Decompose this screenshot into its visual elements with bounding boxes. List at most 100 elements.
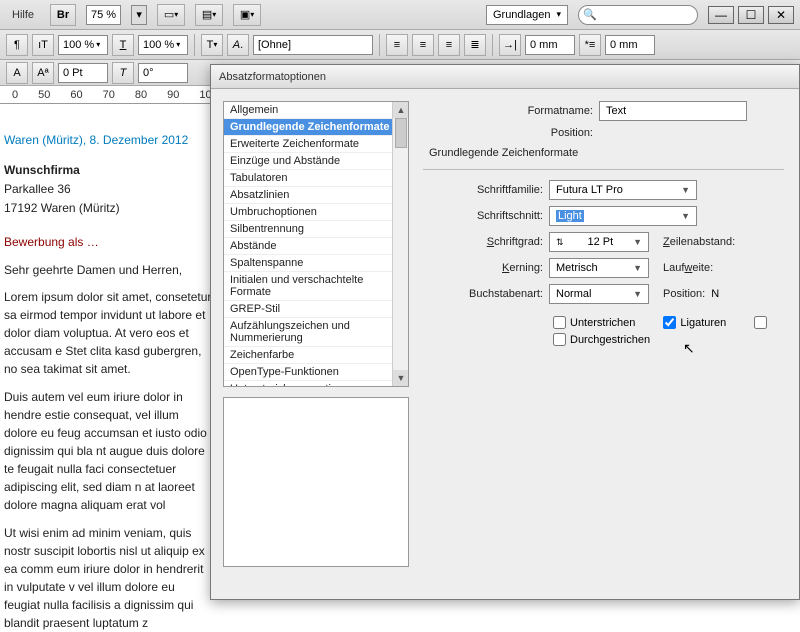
strikethrough-checkbox[interactable]: Durchgestrichen bbox=[553, 333, 650, 346]
category-item[interactable]: Einzüge und Abstände bbox=[224, 153, 408, 170]
char-icon[interactable]: A bbox=[6, 62, 28, 84]
ligatures-check[interactable] bbox=[663, 316, 676, 329]
ruler-tick: 90 bbox=[167, 89, 179, 101]
align-left-icon[interactable]: ≡ bbox=[386, 34, 408, 56]
skew-field[interactable]: 0° bbox=[138, 63, 188, 83]
search-icon: 🔍 bbox=[583, 8, 597, 21]
category-item[interactable]: Aufzählungszeichen und Nummerierung bbox=[224, 318, 408, 347]
font-style-field[interactable]: Light▼ bbox=[549, 206, 697, 226]
category-item[interactable]: Umbruchoptionen bbox=[224, 204, 408, 221]
zoom-value: 75 % bbox=[91, 9, 116, 21]
indent-left-icon[interactable]: →| bbox=[499, 34, 521, 56]
vert-scale-field[interactable]: 100 %▾ bbox=[138, 35, 188, 55]
ligatures-check-label: Ligaturen bbox=[680, 317, 726, 329]
close-button[interactable]: ✕ bbox=[768, 6, 794, 24]
category-item[interactable]: Spaltenspanne bbox=[224, 255, 408, 272]
category-scrollbar[interactable]: ▲ ▼ bbox=[392, 102, 408, 386]
scroll-up-icon[interactable]: ▲ bbox=[393, 102, 409, 118]
preview-list bbox=[223, 397, 409, 567]
justify-icon[interactable]: ≣ bbox=[464, 34, 486, 56]
bridge-button[interactable]: Br bbox=[50, 4, 76, 26]
menubar: Hilfe Br 75 % ▾ ▭▾ ▤▾ ▣▾ Grundlagen▾ 🔍 —… bbox=[0, 0, 800, 30]
skew-icon[interactable]: T bbox=[112, 62, 134, 84]
vert-scale-icon[interactable]: T bbox=[112, 34, 134, 56]
chevron-down-icon: ▼ bbox=[681, 185, 690, 195]
category-item[interactable]: Silbentrennung bbox=[224, 221, 408, 238]
extra-checkbox[interactable] bbox=[754, 316, 767, 329]
category-item[interactable]: Abstände bbox=[224, 238, 408, 255]
clear-overrides-icon[interactable]: A. bbox=[227, 34, 249, 56]
zoom-field[interactable]: 75 % bbox=[86, 5, 121, 25]
section-title: Grundlegende Zeichenformate bbox=[429, 147, 799, 159]
category-list[interactable]: Allgemein Grundlegende Zeichenformate Er… bbox=[223, 101, 409, 387]
category-item[interactable]: Erweiterte Zeichenformate bbox=[224, 136, 408, 153]
horiz-scale-icon[interactable]: ıT bbox=[32, 34, 54, 56]
view-options-button[interactable]: ▤▾ bbox=[195, 4, 223, 26]
baseline-icon[interactable]: Aª bbox=[32, 62, 54, 84]
category-item[interactable]: Zeichenfarbe bbox=[224, 347, 408, 364]
para-icon[interactable]: ¶ bbox=[6, 34, 28, 56]
leading-label: Zeilenabstand: bbox=[663, 236, 735, 248]
indent-first-icon[interactable]: *≡ bbox=[579, 34, 601, 56]
cs-value: [Ohne] bbox=[258, 39, 291, 51]
workspace-label: Grundlagen bbox=[493, 9, 551, 21]
body-para-1: Lorem ipsum dolor sit amet, consetetur s… bbox=[4, 288, 214, 378]
workspace-switcher[interactable]: Grundlagen▾ bbox=[486, 5, 568, 25]
paragraph-style-options-dialog: Absatzformatoptionen Allgemein Grundlege… bbox=[210, 64, 800, 600]
if-value: 0 mm bbox=[610, 39, 638, 51]
scroll-thumb[interactable] bbox=[395, 118, 407, 148]
align-center-icon[interactable]: ≡ bbox=[412, 34, 434, 56]
font-style-label: Schriftschnitt: bbox=[423, 210, 543, 222]
minimize-button[interactable]: — bbox=[708, 6, 734, 24]
position2-value: N bbox=[711, 288, 719, 300]
kerning-label: Kerning: bbox=[423, 262, 543, 274]
underline-checkbox[interactable]: Unterstrichen bbox=[553, 316, 635, 329]
menu-help[interactable]: Hilfe bbox=[6, 9, 40, 21]
category-item[interactable]: OpenType-Funktionen bbox=[224, 364, 408, 381]
scroll-down-icon[interactable]: ▼ bbox=[393, 370, 409, 386]
il-value: 0 mm bbox=[530, 39, 558, 51]
align-right-icon[interactable]: ≡ bbox=[438, 34, 460, 56]
stepper-icon[interactable]: ⇅ bbox=[556, 237, 564, 248]
chevron-down-icon: ▼ bbox=[633, 263, 642, 273]
category-item[interactable]: Allgemein bbox=[224, 102, 408, 119]
zoom-dropdown[interactable]: ▾ bbox=[131, 5, 147, 25]
category-item[interactable]: Grundlegende Zeichenformate bbox=[224, 119, 408, 136]
maximize-button[interactable]: ☐ bbox=[738, 6, 764, 24]
ligatures-checkbox[interactable]: Ligaturen bbox=[663, 316, 726, 329]
strike-check[interactable] bbox=[553, 333, 566, 346]
font-size-field[interactable]: ⇅12 Pt▼ bbox=[549, 232, 649, 252]
indent-first-field[interactable]: 0 mm bbox=[605, 35, 655, 55]
arrange-button[interactable]: ▣▾ bbox=[233, 4, 261, 26]
case-field[interactable]: Normal ▼ bbox=[549, 284, 649, 304]
position2-label: Position: bbox=[663, 288, 705, 300]
ruler-tick: 0 bbox=[12, 89, 18, 101]
chevron-down-icon: ▼ bbox=[633, 289, 642, 299]
category-item[interactable]: GREP-Stil bbox=[224, 301, 408, 318]
underline-check-label: Unterstrichen bbox=[570, 317, 635, 329]
kerning-field[interactable]: Metrisch▼ bbox=[549, 258, 649, 278]
hs-value: 100 % bbox=[63, 39, 94, 51]
category-item[interactable]: Unterstreichungsoptionen bbox=[224, 381, 408, 387]
char-style-field[interactable]: [Ohne] bbox=[253, 35, 373, 55]
search-field[interactable]: 🔍 bbox=[578, 5, 698, 25]
underline-check[interactable] bbox=[553, 316, 566, 329]
case-value: Normal bbox=[556, 288, 591, 300]
category-item[interactable]: Tabulatoren bbox=[224, 170, 408, 187]
indent-left-field[interactable]: 0 mm bbox=[525, 35, 575, 55]
font-size-label: Schriftgrad: bbox=[423, 236, 543, 248]
category-item[interactable]: Initialen und verschachtelte Formate bbox=[224, 272, 408, 301]
extra-check[interactable] bbox=[754, 316, 767, 329]
control-panel: ¶ ıT 100 %▾ T 100 %▾ T▾ A. [Ohne] ≡ ≡ ≡ … bbox=[0, 30, 800, 60]
char-style-icon[interactable]: T▾ bbox=[201, 34, 223, 56]
formatname-value: Text bbox=[606, 105, 626, 117]
category-item[interactable]: Absatzlinien bbox=[224, 187, 408, 204]
bl-value: 0 Pt bbox=[63, 67, 83, 79]
baseline-field[interactable]: 0 Pt bbox=[58, 63, 108, 83]
ruler-tick: 60 bbox=[70, 89, 82, 101]
font-family-field[interactable]: Futura LT Pro▼ bbox=[549, 180, 697, 200]
arrange-icon: ▣ bbox=[240, 8, 250, 21]
formatname-field[interactable]: Text bbox=[599, 101, 747, 121]
screen-mode-button[interactable]: ▭▾ bbox=[157, 4, 185, 26]
horiz-scale-field[interactable]: 100 %▾ bbox=[58, 35, 108, 55]
